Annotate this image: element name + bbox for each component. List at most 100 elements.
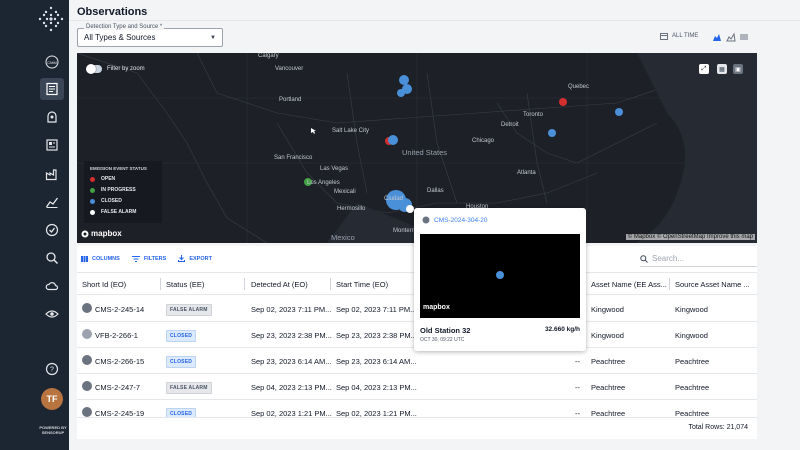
check-circle-icon — [45, 223, 59, 237]
cmm-icon: CMM — [45, 55, 59, 69]
table-search[interactable]: Search... — [640, 251, 757, 267]
sidebar-item-monitoring[interactable] — [40, 303, 64, 325]
sidebar-item-analytics[interactable] — [40, 191, 64, 213]
cell-asset-name: Peachtree — [591, 383, 626, 392]
toggle-thumb — [86, 64, 96, 74]
filters-label: FILTERS — [143, 255, 167, 262]
layers-button[interactable]: ▦ — [717, 64, 727, 74]
sidebar-item-search[interactable] — [40, 247, 64, 269]
status-badge: CLOSED — [166, 356, 197, 368]
cell-empty: -- — [575, 409, 580, 418]
sidebar-item-weather[interactable] — [40, 275, 64, 297]
brand-name: SENSORUP — [41, 430, 65, 435]
sidebar-item-facilities[interactable] — [40, 163, 64, 185]
marker-open[interactable] — [559, 98, 567, 106]
cell-start-time: Sep 04, 2023 2:13 PM... — [336, 383, 417, 392]
marker-closed[interactable] — [548, 129, 556, 137]
map-label: Vancouver — [275, 66, 304, 72]
export-icon — [178, 255, 186, 262]
map-label: Mexicali — [334, 189, 356, 195]
cell-empty: -- — [575, 357, 580, 366]
header-divider — [69, 20, 800, 21]
layers-icon: ▦ — [719, 66, 725, 73]
map-list-view-button[interactable] — [711, 31, 723, 43]
chart-view-button[interactable] — [725, 31, 737, 43]
mapbox-logo: mapbox — [423, 304, 450, 311]
cell-asset-name: Kingwood — [591, 331, 624, 340]
map-label: San Francisco — [274, 155, 313, 161]
column-header-asset-name[interactable]: Asset Name (EE Ass... — [591, 280, 667, 289]
sidebar-item-observations[interactable] — [40, 78, 64, 100]
popup-marker — [496, 271, 504, 279]
map-label: Dallas — [427, 188, 444, 194]
cell-start-time: Sep 23, 2023 6:14 AM... — [336, 357, 417, 366]
status-badge: FALSE ALARM — [166, 304, 212, 316]
column-header-short-id[interactable]: Short Id (EO) — [82, 280, 126, 289]
filters-button[interactable]: FILTERS — [131, 255, 167, 262]
time-range-button[interactable]: ALL TIME — [660, 32, 698, 40]
marker-false-alarm[interactable] — [406, 205, 414, 213]
table-row[interactable]: CMS-2-266-15 CLOSED Sep 23, 2023 6:14 AM… — [77, 348, 757, 374]
column-header-source-asset-name[interactable]: Source Asset Name ... — [675, 280, 753, 289]
sensorup-logo — [38, 6, 64, 32]
table-row[interactable]: CMS-2-245-19 CLOSED Sep 02, 2023 1:21 PM… — [77, 400, 757, 418]
toggle-switch[interactable] — [86, 64, 102, 74]
table-toolbar: COLUMNS FILTERS EXPORT — [81, 255, 212, 262]
drone-icon — [82, 329, 92, 339]
column-separator[interactable] — [244, 278, 245, 290]
marker-closed[interactable] — [388, 135, 398, 145]
mapbox-icon — [81, 230, 89, 237]
status-badge: FALSE ALARM — [166, 382, 212, 394]
user-avatar[interactable]: TF — [41, 388, 63, 410]
cell-asset-name: Peachtree — [591, 357, 626, 366]
mapbox-logo[interactable]: mapbox — [81, 229, 122, 238]
marker-closed[interactable] — [399, 75, 409, 85]
filter-icon — [131, 255, 140, 262]
style-button[interactable]: ▣ — [733, 64, 743, 74]
column-separator[interactable] — [160, 278, 161, 290]
column-header-status[interactable]: Status (EE) — [166, 280, 204, 289]
export-button[interactable]: EXPORT — [178, 255, 212, 262]
cell-source-asset-name: Peachtree — [675, 409, 710, 418]
table-row[interactable]: CMS-2-247-7 FALSE ALARM Sep 04, 2023 2:1… — [77, 374, 757, 400]
country-label: United States — [402, 148, 448, 157]
observation-type-icon — [82, 303, 92, 313]
legend-item-closed: CLOSED — [90, 198, 156, 204]
column-separator[interactable] — [330, 278, 331, 290]
cell-asset-name: Peachtree — [591, 409, 626, 418]
observation-popup[interactable]: CMS-2024-304-20 mapbox Old Station 32 32… — [414, 208, 586, 351]
legend-label: CLOSED — [101, 198, 122, 204]
map-label: Atlanta — [517, 170, 536, 176]
cell-source-asset-name: Peachtree — [675, 357, 710, 366]
export-label: EXPORT — [189, 255, 212, 262]
legend-label: OPEN — [101, 176, 116, 182]
observation-type-icon — [82, 355, 92, 365]
sidebar-item-emissions[interactable] — [40, 106, 64, 128]
legend-dot — [90, 209, 95, 215]
sidebar-item-tasks[interactable] — [40, 219, 64, 241]
time-range-label: ALL TIME — [672, 33, 699, 39]
column-header-start-time[interactable]: Start Time (EO) — [336, 280, 388, 289]
filter-by-zoom-toggle[interactable]: Filter by zoom — [86, 64, 145, 74]
sidebar-item-cmm[interactable]: CMM — [40, 51, 64, 73]
column-header-detected-at[interactable]: Detected At (EO) — [251, 280, 308, 289]
powered-by: POWERED BY SENSORUP — [37, 425, 69, 435]
cell-start-time: Sep 23, 2023 2:38 PM... — [336, 331, 417, 340]
map-label: Las Vegas — [320, 166, 349, 172]
fullscreen-button[interactable]: ⤢ — [699, 64, 709, 74]
detection-type-select[interactable]: Detection Type and Source * All Types & … — [77, 24, 223, 47]
popup-timestamp: OCT 30, 09:22 UTC — [420, 337, 465, 343]
list-view-button[interactable] — [738, 31, 750, 43]
sidebar-item-reports[interactable] — [40, 134, 64, 156]
columns-button[interactable]: COLUMNS — [81, 255, 120, 262]
popup-id-link[interactable]: CMS-2024-304-20 — [434, 217, 487, 224]
sidebar-item-help[interactable]: ? — [40, 358, 64, 380]
map-attribution[interactable]: © Mapbox © OpenStreetMap Improve this ma… — [625, 234, 755, 240]
column-separator[interactable] — [669, 278, 670, 290]
detection-type-label: Detection Type and Source * — [84, 24, 165, 30]
map-legend: EMISSION EVENT STATUS OPEN IN PROGRESS C… — [84, 161, 162, 223]
mapbox-label: mapbox — [91, 229, 122, 238]
sidebar: CMM ? TF POWERED BY SENSORUP — [0, 0, 69, 450]
marker-closed[interactable] — [397, 89, 405, 97]
marker-closed[interactable] — [615, 108, 623, 116]
